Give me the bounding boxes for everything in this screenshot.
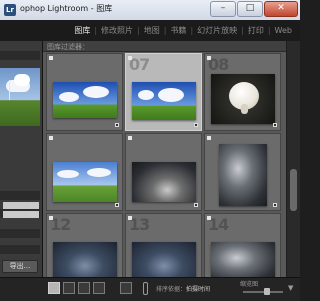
compare-view-icon[interactable] — [78, 282, 90, 294]
badge-icon[interactable] — [115, 123, 119, 127]
module-library[interactable]: 图库 — [70, 25, 94, 36]
photo-thumbnail[interactable] — [132, 242, 196, 277]
scrollbar-thumb[interactable] — [290, 169, 297, 211]
spray-can-icon[interactable] — [143, 282, 148, 295]
sort-label: 排序依据： — [156, 286, 187, 293]
grid-cell[interactable]: 08 — [204, 53, 281, 131]
folder-count: 202 — [29, 213, 39, 219]
photo-thumbnail[interactable] — [53, 162, 117, 202]
badge-icon[interactable] — [115, 203, 119, 207]
cell-index: 08 — [208, 55, 229, 74]
badge-icon[interactable] — [194, 203, 198, 207]
badge-icon[interactable] — [273, 203, 277, 207]
catalog-header[interactable] — [0, 191, 40, 200]
preview-cloud — [14, 74, 30, 86]
thumbnail-size-slider-knob[interactable] — [264, 288, 270, 295]
thumbnail-size-label: 缩览图 — [240, 281, 259, 288]
bottom-toolbar: 排序依据： 拍摄时间 缩览图 ▼ — [0, 277, 300, 301]
cell-index: 07 — [129, 55, 150, 74]
grid-cell[interactable] — [204, 133, 281, 211]
flag-icon[interactable] — [207, 56, 211, 60]
flag-icon[interactable] — [49, 136, 53, 140]
library-filter-bar[interactable]: 图库过滤器： — [43, 41, 286, 52]
module-picker: 图库 | 修改照片 | 地图 | 书籍 | 幻灯片放映 | 打印 | Web — [0, 20, 300, 41]
thumb-cloud — [83, 86, 109, 98]
navigator-header[interactable] — [0, 51, 40, 60]
window-title: ophop Lightroom - 图库 — [20, 4, 113, 13]
flag-icon[interactable] — [128, 216, 132, 220]
library-filter-label: 图库过滤器： — [47, 43, 89, 51]
export-button[interactable]: 导出... — [2, 260, 38, 273]
photo-thumbnail[interactable] — [53, 242, 117, 277]
photo-thumbnail[interactable] — [211, 242, 275, 277]
flag-icon[interactable] — [49, 216, 53, 220]
grid-scrollbar[interactable] — [287, 41, 300, 277]
close-button[interactable]: ✕ — [264, 1, 298, 17]
badge-icon[interactable] — [194, 123, 198, 127]
lightroom-app-icon: Lr — [4, 4, 16, 16]
badge-icon[interactable] — [273, 123, 277, 127]
module-slideshow[interactable]: 幻灯片放映 — [193, 25, 241, 36]
photo-thumbnail[interactable] — [132, 82, 196, 120]
thumb-mushroom-stem — [241, 104, 248, 114]
flag-icon[interactable] — [128, 136, 132, 140]
painter-icon[interactable] — [120, 282, 132, 294]
photo-thumbnail[interactable] — [219, 144, 267, 206]
folder-count: 673 — [29, 204, 39, 210]
thumb-cloud — [57, 170, 79, 178]
photo-thumbnail[interactable] — [211, 74, 275, 124]
loupe-view-icon[interactable] — [63, 282, 75, 294]
thumb-cloud — [59, 92, 79, 102]
module-develop[interactable]: 修改照片 — [97, 25, 137, 36]
grid-cell[interactable] — [46, 53, 123, 131]
cell-index: 13 — [129, 215, 150, 234]
thumb-cloud — [87, 168, 111, 177]
thumb-cloud — [158, 88, 184, 102]
sort-order-select[interactable]: 拍摄时间 — [186, 284, 210, 293]
module-book[interactable]: 书籍 — [166, 25, 190, 36]
collections-header[interactable] — [0, 229, 40, 238]
module-print[interactable]: 打印 — [244, 25, 268, 36]
grid-view-icon[interactable] — [48, 282, 60, 294]
cell-index: 14 — [208, 215, 229, 234]
minimize-button[interactable]: – — [210, 1, 236, 17]
thumb-cloud — [138, 90, 154, 100]
grid-cell-selected[interactable]: 07 — [125, 53, 202, 131]
photo-thumbnail[interactable] — [132, 162, 196, 202]
flag-icon[interactable] — [207, 136, 211, 140]
maximize-button[interactable]: □ — [237, 1, 263, 17]
window-title-bar: Lr ophop Lightroom - 图库 – □ ✕ — [0, 0, 300, 21]
grid-cell[interactable] — [46, 133, 123, 211]
thumbnail-size-slider[interactable] — [243, 291, 283, 293]
flag-icon[interactable] — [207, 216, 211, 220]
left-panel: 673 202 导出... — [0, 41, 43, 278]
cell-index: 12 — [50, 215, 71, 234]
flag-icon[interactable] — [128, 56, 132, 60]
preview-turbine — [9, 80, 10, 100]
module-map[interactable]: 地图 — [140, 25, 164, 36]
toolbar-menu-arrow-icon[interactable]: ▼ — [288, 284, 293, 292]
grid-cell[interactable]: 14 — [204, 213, 281, 277]
survey-view-icon[interactable] — [93, 282, 105, 294]
publish-header[interactable] — [0, 245, 40, 254]
photo-grid: 图库过滤器： 07 08 12 13 14 — [43, 41, 286, 277]
grid-cell[interactable]: 13 — [125, 213, 202, 277]
grid-cell[interactable] — [125, 133, 202, 211]
flag-icon[interactable] — [49, 56, 53, 60]
module-web[interactable]: Web — [271, 26, 296, 35]
navigator-preview[interactable] — [0, 68, 40, 126]
grid-cell[interactable]: 12 — [46, 213, 123, 277]
photo-thumbnail[interactable] — [53, 82, 117, 118]
